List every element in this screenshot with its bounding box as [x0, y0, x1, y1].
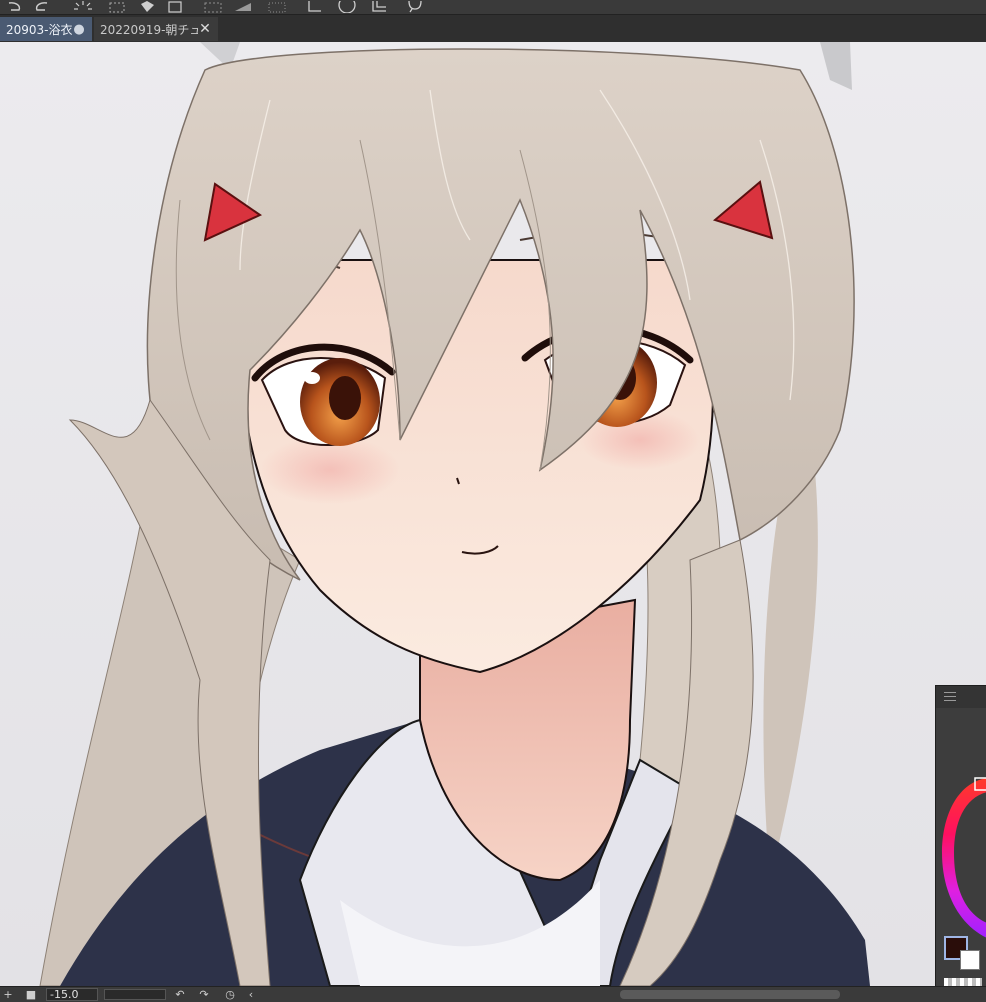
undo-icon[interactable] — [4, 0, 26, 14]
fill-icon[interactable] — [134, 0, 160, 14]
zoom-in-icon[interactable]: + — [2, 987, 14, 1002]
actual-size-icon[interactable]: ■ — [24, 987, 38, 1002]
command-bar — [0, 0, 986, 15]
tab-label: 20903-浴衣* — [6, 22, 72, 37]
tab-asachun[interactable]: 20220919-朝チュン ✕ — [94, 17, 218, 41]
rotate-right-icon[interactable]: ↷ — [196, 987, 212, 1002]
illustration — [39, 42, 870, 986]
deselect-icon[interactable] — [200, 0, 226, 14]
rotate-left-icon[interactable]: ↶ — [172, 987, 188, 1002]
sub-color-swatch[interactable] — [960, 950, 980, 970]
clear-icon[interactable] — [70, 0, 96, 14]
crop-icon[interactable] — [230, 0, 256, 14]
tab-yukata[interactable]: 20903-浴衣* ● — [0, 17, 92, 41]
color-wheel-panel[interactable] — [935, 685, 986, 1002]
horizontal-scrollbar[interactable] — [620, 990, 840, 999]
panel-menu-icon[interactable] — [944, 692, 956, 701]
tab-label: 20220919-朝チュン — [100, 22, 198, 37]
panel-header — [936, 686, 986, 708]
selection-launcher-icon[interactable] — [264, 0, 290, 14]
ellipse-select-icon[interactable] — [334, 0, 360, 14]
chevron-left-icon[interactable]: ‹ — [244, 987, 258, 1002]
redo-icon[interactable] — [30, 0, 52, 14]
zoom-input[interactable]: -15.0 — [46, 988, 98, 1001]
reset-rotation-icon[interactable]: ◷ — [222, 987, 238, 1002]
speech-balloon-icon[interactable] — [402, 0, 428, 14]
transform-icon[interactable] — [162, 0, 188, 14]
rect-select-icon[interactable] — [366, 0, 392, 14]
document-tab-bar: 20903-浴衣* ● 20220919-朝チュン ✕ — [0, 15, 986, 42]
close-icon[interactable]: ✕ — [198, 21, 212, 37]
lasso-icon[interactable] — [302, 0, 328, 14]
navigator-status-bar: + ■ -15.0 ↶ ↷ ◷ ‹ — [0, 986, 986, 1002]
unsaved-dot-icon: ● — [73, 21, 85, 37]
invert-selection-icon[interactable] — [104, 0, 130, 14]
zoom-slider[interactable] — [104, 989, 166, 1000]
drawing-canvas[interactable] — [0, 42, 986, 986]
